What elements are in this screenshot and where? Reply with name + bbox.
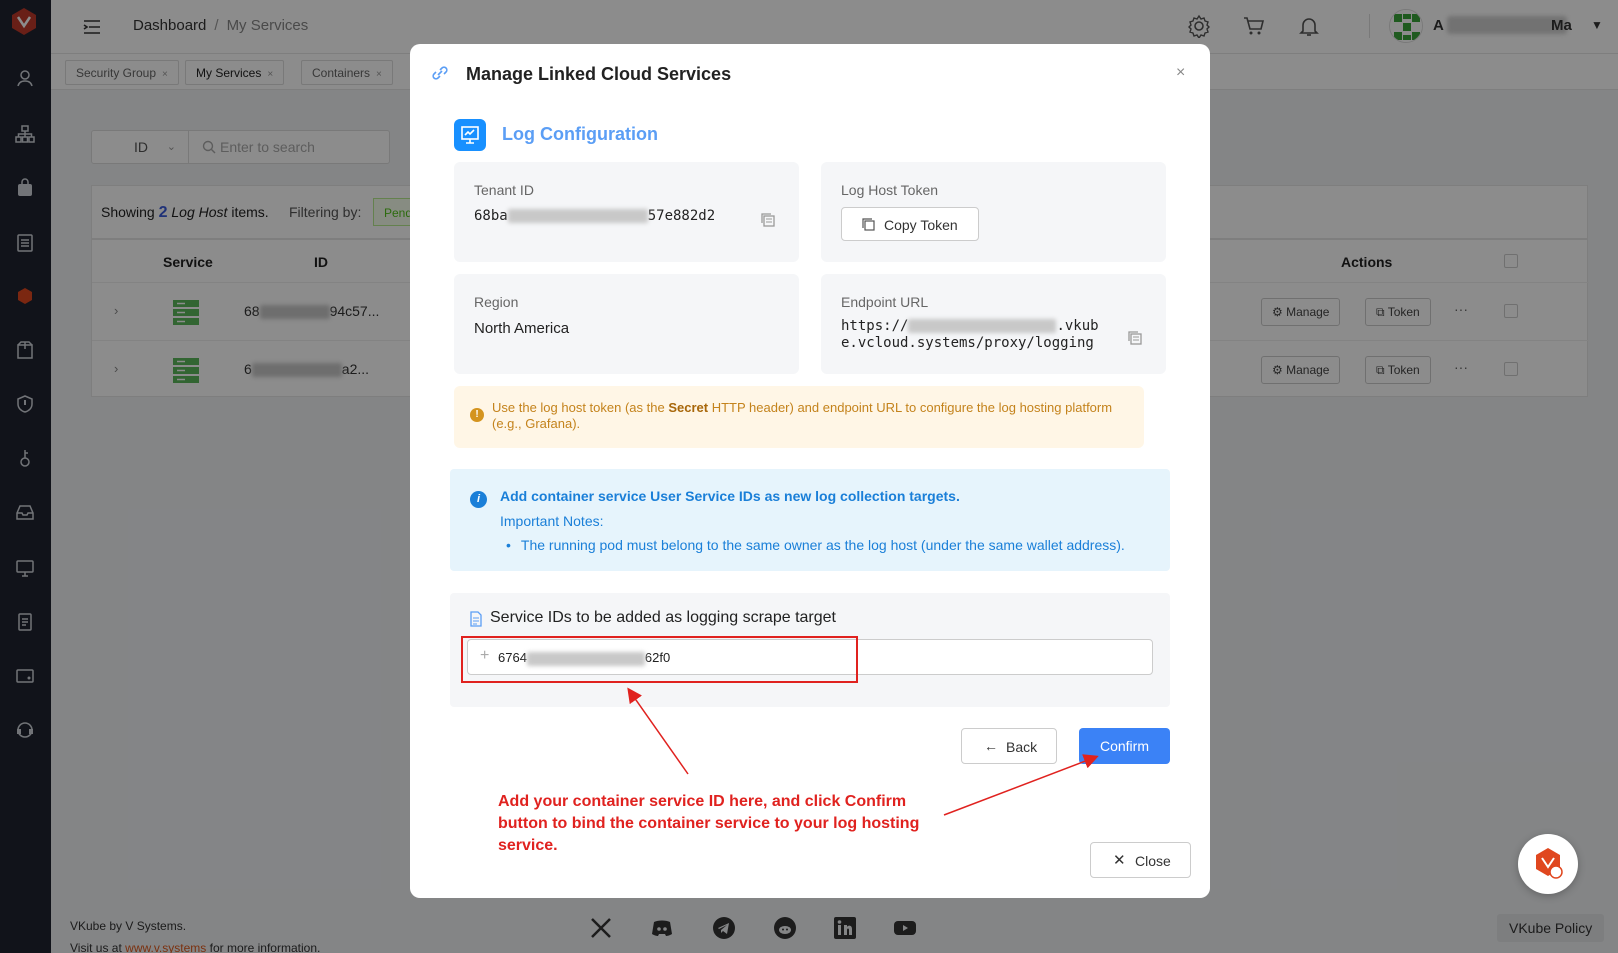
manage-linked-services-modal: Manage Linked Cloud Services × Log Confi… xyxy=(410,44,1210,898)
confirm-button[interactable]: Confirm xyxy=(1079,728,1170,764)
copy-token-label: Copy Token xyxy=(884,217,958,233)
info-icon: i xyxy=(470,491,487,508)
info-alert: i Add container service User Service IDs… xyxy=(450,469,1170,571)
back-label: Back xyxy=(1006,739,1038,755)
annotation-text: Add your container service ID here, and … xyxy=(498,793,920,854)
warning-alert: ! Use the log host token (as the Secret … xyxy=(454,386,1144,448)
region-value: North America xyxy=(474,320,570,337)
tenant-id-label: Tenant ID xyxy=(474,182,534,198)
warning-bold: Secret xyxy=(668,400,709,415)
warning-text: Use the log host token (as the Secret HT… xyxy=(492,400,1132,432)
copy-icon xyxy=(862,218,875,231)
document-icon xyxy=(468,611,484,627)
info-title: Add container service User Service IDs a… xyxy=(500,488,960,504)
endpoint-url-card: Endpoint URL https://.vkube.vcloud.syste… xyxy=(821,274,1166,374)
info-notes-label: Important Notes: xyxy=(500,513,604,529)
copy-token-button[interactable]: Copy Token xyxy=(841,207,979,241)
endpoint-url-value: https://.vkube.vcloud.systems/proxy/logg… xyxy=(841,318,1111,352)
close-label: Close xyxy=(1135,853,1171,869)
log-host-token-card: Log Host Token Copy Token xyxy=(821,162,1166,262)
copy-icon[interactable] xyxy=(760,212,776,228)
endpoint-url-label: Endpoint URL xyxy=(841,294,929,310)
chat-assistant-button[interactable] xyxy=(1518,834,1578,894)
tenant-id-suffix: 57e882d2 xyxy=(647,208,716,224)
annotation-highlight-box xyxy=(461,636,858,683)
link-icon xyxy=(431,64,449,82)
info-bullet: The running pod must belong to the same … xyxy=(506,537,1125,553)
tenant-id-value: 68ba 57e882d2 xyxy=(474,208,715,224)
log-configuration-title: Log Configuration xyxy=(502,124,658,144)
tenant-id-card: Tenant ID 68ba 57e882d2 xyxy=(454,162,799,262)
log-config-icon xyxy=(454,119,486,151)
service-ids-title: Service IDs to be added as logging scrap… xyxy=(490,609,836,626)
warning-icon: ! xyxy=(470,408,484,422)
endpoint-prefix: https:// xyxy=(841,318,909,334)
copy-icon[interactable] xyxy=(1127,330,1143,346)
log-host-token-label: Log Host Token xyxy=(841,182,939,198)
close-button[interactable]: ✕ Close xyxy=(1090,842,1191,878)
region-card: Region North America xyxy=(454,274,799,374)
close-icon[interactable]: × xyxy=(1176,64,1185,82)
vkube-assistant-icon xyxy=(1536,848,1563,879)
arrow-left-icon: ← xyxy=(984,738,998,754)
close-icon: ✕ xyxy=(1113,852,1126,869)
back-button[interactable]: ← Back xyxy=(961,728,1057,764)
tenant-id-prefix: 68ba xyxy=(474,208,508,224)
warning-before: Use the log host token (as the xyxy=(492,400,665,415)
modal-title: Manage Linked Cloud Services xyxy=(466,64,732,84)
region-label: Region xyxy=(474,294,519,310)
